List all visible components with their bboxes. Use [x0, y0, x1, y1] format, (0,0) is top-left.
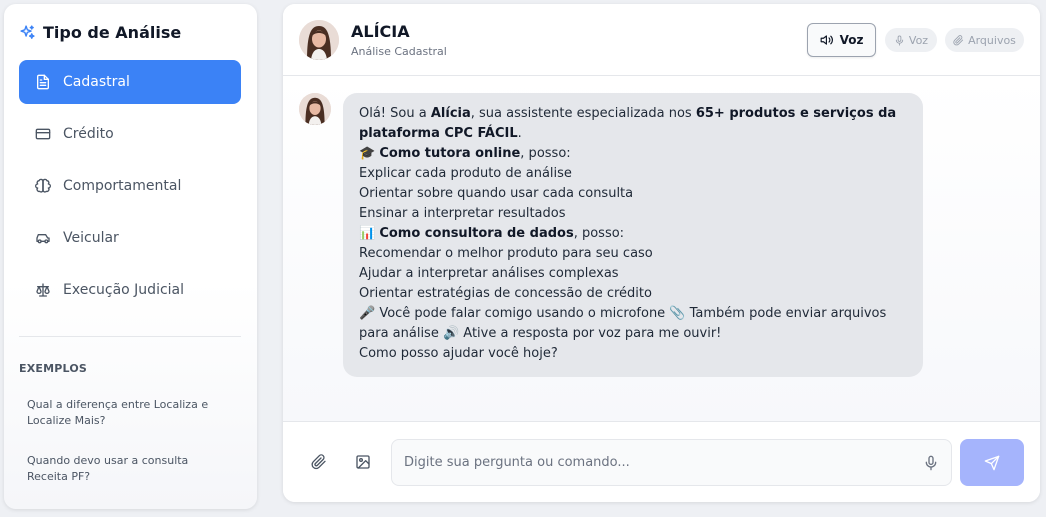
message-intro: Olá! Sou a Alícia, sua assistente especi… [359, 106, 897, 141]
sidebar: Tipo de Análise Cadastral Crédito Compor… [4, 4, 257, 509]
sidebar-item-label: Veicular [63, 230, 119, 246]
message-line: Explicar cada produto de análise [359, 166, 572, 181]
avatar [299, 20, 339, 60]
send-button[interactable] [960, 439, 1024, 486]
message-closing: Como posso ajudar você hoje? [359, 346, 558, 361]
files-pill[interactable]: Arquivos [945, 28, 1024, 52]
voice-pill-label: Voz [908, 33, 929, 47]
composer [283, 421, 1040, 502]
message-line: Recomendar o melhor produto para seu cas… [359, 246, 653, 261]
message-input[interactable] [404, 440, 914, 485]
sidebar-title: Tipo de Análise [19, 22, 181, 42]
sidebar-title-text: Tipo de Análise [43, 22, 182, 42]
sidebar-item-execucao-judicial[interactable]: Execução Judicial [19, 268, 241, 312]
chat-panel: ALÍCIA Análise Cadastral Voz Voz Arquivo… [283, 4, 1040, 502]
attach-button[interactable] [309, 452, 329, 472]
example-question[interactable]: Quando devo usar a consulta Receita PF? [27, 453, 227, 485]
agent-subtitle: Análise Cadastral [351, 45, 447, 58]
message-input-wrapper [391, 439, 952, 486]
bar-chart-icon: 📊 [359, 226, 376, 241]
speaker-icon [820, 35, 833, 45]
graduation-cap-icon: 🎓 [359, 146, 376, 161]
message-section-tutor: 🎓 Como tutora online, posso: [359, 146, 571, 161]
message-line: Ensinar a interpretar resultados [359, 206, 566, 221]
sidebar-item-credito[interactable]: Crédito [19, 112, 241, 156]
voice-input-pill[interactable]: Voz [885, 28, 937, 52]
message-section-consultant: 📊 Como consultora de dados, posso: [359, 226, 625, 241]
sidebar-item-veicular[interactable]: Veicular [19, 216, 241, 260]
voice-response-button[interactable]: Voz [807, 23, 876, 57]
file-text-icon [37, 74, 49, 90]
paperclip-icon [311, 454, 326, 470]
files-pill-label: Arquivos [968, 33, 1016, 47]
message-tail: 🎤 Você pode falar comigo usando o microf… [359, 306, 887, 341]
scale-icon [36, 283, 50, 297]
agent-name: ALÍCIA [351, 22, 410, 41]
send-icon [984, 455, 1000, 470]
sparkles-icon [20, 24, 35, 39]
brain-icon [35, 178, 51, 193]
mic-icon [895, 34, 904, 46]
message-line: Orientar sobre quando usar cada consulta [359, 186, 634, 201]
paperclip-icon [953, 34, 964, 45]
sidebar-item-label: Comportamental [63, 178, 182, 194]
sidebar-item-label: Crédito [63, 126, 114, 142]
sidebar-item-label: Execução Judicial [63, 282, 185, 298]
message-line: Ajudar a interpretar análises complexas [359, 266, 619, 281]
avatar-image [299, 93, 331, 125]
message-avatar [299, 93, 331, 125]
voice-response-label: Voz [839, 33, 864, 47]
chat-messages: Olá! Sou a Alícia, sua assistente especi… [283, 77, 1040, 421]
message-line: Orientar estratégias de concessão de cré… [359, 286, 652, 301]
sidebar-item-comportamental[interactable]: Comportamental [19, 164, 241, 208]
image-upload-button[interactable] [353, 452, 373, 472]
chat-header: ALÍCIA Análise Cadastral Voz Voz Arquivo… [283, 4, 1040, 76]
example-question[interactable]: Qual a diferença entre Localiza e Locali… [27, 397, 227, 429]
sidebar-divider [19, 336, 241, 337]
image-icon [356, 455, 370, 469]
examples-title: EXEMPLOS [19, 362, 88, 375]
mic-icon[interactable] [923, 455, 939, 471]
avatar-image [299, 20, 339, 60]
assistant-message: Olá! Sou a Alícia, sua assistente especi… [343, 93, 923, 377]
sidebar-item-label: Cadastral [63, 74, 130, 90]
car-icon [36, 234, 50, 244]
sidebar-item-cadastral[interactable]: Cadastral [19, 60, 241, 104]
credit-card-icon [35, 128, 51, 140]
